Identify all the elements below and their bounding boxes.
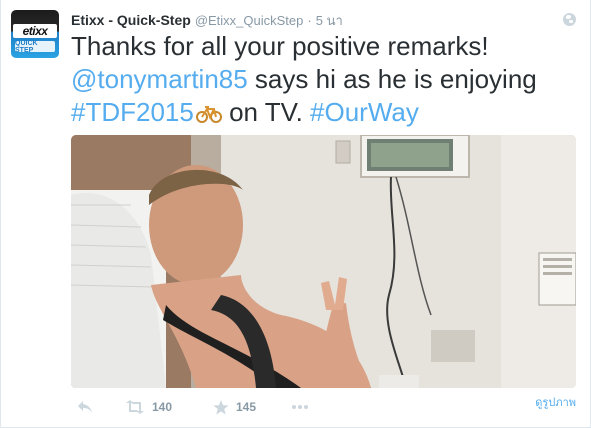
tweet-text: Thanks for all your positive remarks! @t… <box>71 30 581 132</box>
favorite-count: 145 <box>236 400 257 414</box>
tweet-header: Etixx - Quick-Step @Etixx_QuickStep · 5 … <box>71 10 343 30</box>
reply-icon <box>78 401 92 413</box>
tweet-timestamp[interactable]: 5 นา <box>316 10 343 31</box>
reply-button[interactable] <box>77 395 93 419</box>
tweet-text-line-2: @tonymartin85 says hi as he is enjoying <box>71 63 581 96</box>
bicycle-emoji-icon <box>195 99 222 132</box>
star-icon <box>213 399 229 414</box>
tweet-photo[interactable] <box>71 135 576 388</box>
retweet-count: 140 <box>152 400 173 414</box>
mention-link[interactable]: @tonymartin85 <box>71 64 248 94</box>
tweet-actions: 140 145 <box>71 395 581 419</box>
avatar[interactable]: etixx QUICK STEP <box>11 10 59 58</box>
hashtag-link-ourway[interactable]: #OurWay <box>310 97 419 127</box>
favorite-button[interactable]: 145 <box>213 395 256 419</box>
tweet-text-line-3: #TDF2015 on TV. #OurWay <box>71 96 581 132</box>
globe-icon <box>563 13 576 26</box>
avatar-brand-sub: QUICK STEP <box>15 40 55 54</box>
view-photo-link[interactable]: ดูรูปภาพ <box>535 393 576 411</box>
retweet-icon <box>126 400 144 414</box>
display-name[interactable]: Etixx - Quick-Step <box>71 12 191 28</box>
tweet-text-line-1: Thanks for all your positive remarks! <box>71 31 489 61</box>
avatar-brand-logo: etixx <box>13 24 57 38</box>
hashtag-link-tdf2015[interactable]: #TDF2015 <box>71 97 194 127</box>
user-handle[interactable]: @Etixx_QuickStep <box>195 13 304 28</box>
tweet-text-fragment: on TV. <box>221 97 311 127</box>
more-dots-icon <box>292 405 308 409</box>
tweet-text-fragment: says hi as he is enjoying <box>247 64 537 94</box>
more-button[interactable] <box>291 395 309 419</box>
tweet-card[interactable]: etixx QUICK STEP Etixx - Quick-Step @Eti… <box>0 0 591 428</box>
retweet-button[interactable]: 140 <box>125 395 172 419</box>
header-separator: · <box>307 13 312 28</box>
